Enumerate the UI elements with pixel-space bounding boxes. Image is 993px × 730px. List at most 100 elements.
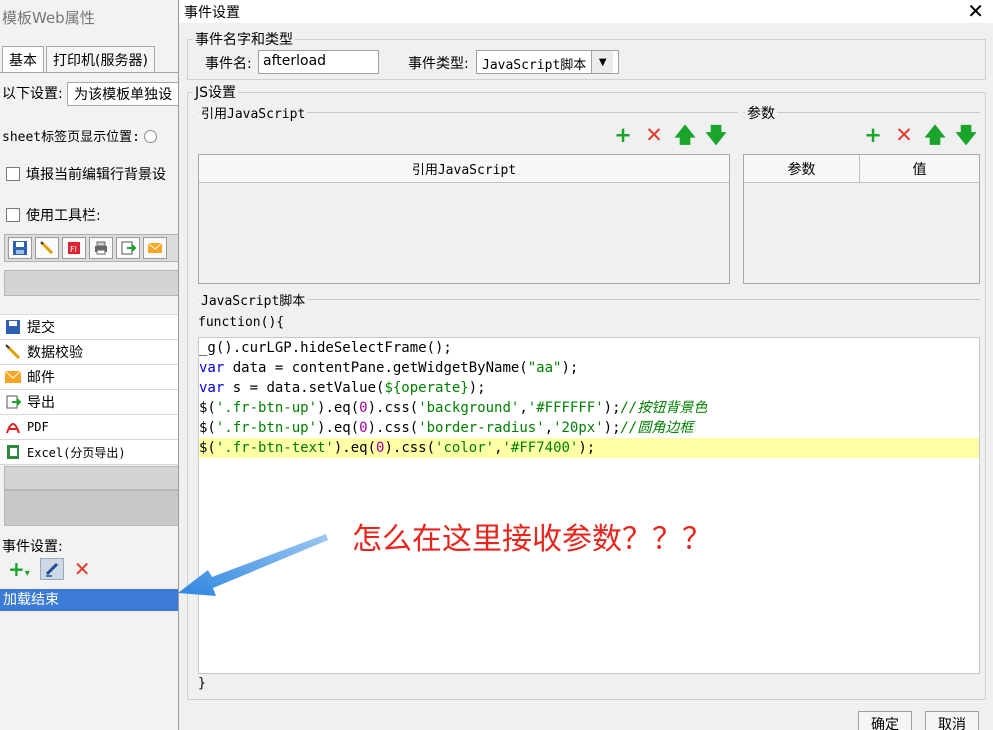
panel-title: 模板Web属性 bbox=[2, 9, 95, 27]
envelope-icon bbox=[3, 368, 23, 386]
move-up-icon[interactable]: 🡅 bbox=[924, 124, 946, 146]
print-icon[interactable] bbox=[89, 237, 113, 259]
delete-icon[interactable]: ✕ bbox=[643, 124, 665, 146]
ok-button[interactable]: 确定 bbox=[858, 711, 912, 730]
code-text: $('.fr-btn-up').eq(0).css('border-radius… bbox=[199, 420, 694, 436]
export-icon bbox=[3, 393, 23, 411]
pencil-check-icon bbox=[3, 343, 23, 361]
ref-js-tools: + ✕ 🡅 🡇 bbox=[612, 124, 727, 146]
code-line-4: $('.fr-btn-up').eq(0).css('background','… bbox=[199, 398, 979, 418]
web-properties-panel: 模板Web属性 基本 打印机(服务器) 以下设置: 为该模板单独设 sheet标… bbox=[0, 0, 180, 730]
delete-icon[interactable]: ✕ bbox=[74, 557, 91, 581]
list-item-label: 导出 bbox=[27, 395, 55, 411]
move-down-icon[interactable]: 🡇 bbox=[955, 124, 977, 146]
list-item-label: Excel(分页导出) bbox=[27, 445, 126, 460]
settings-row: 以下设置: 为该模板单独设 bbox=[2, 82, 180, 106]
add-icon[interactable]: + bbox=[612, 124, 634, 146]
envelope-icon[interactable] bbox=[143, 237, 167, 259]
code-line-2: var data = contentPane.getWidgetByName("… bbox=[199, 358, 979, 378]
pdf-icon bbox=[3, 418, 23, 436]
code-text: var data = contentPane.getWidgetByName("… bbox=[199, 360, 579, 376]
tab-basic[interactable]: 基本 bbox=[2, 46, 44, 72]
script-divider bbox=[198, 299, 980, 300]
event-list-item-selected[interactable]: 加载结束 bbox=[0, 589, 180, 611]
code-line-3: var s = data.setValue(${operate}); bbox=[199, 378, 979, 398]
dialog-titlebar: 事件设置 ✕ bbox=[179, 0, 993, 23]
sheet-tab-label: sheet标签页显示位置: bbox=[2, 130, 140, 145]
move-up-icon[interactable]: 🡅 bbox=[674, 124, 696, 146]
params-legend: 参数 bbox=[745, 103, 777, 123]
ref-js-column-header[interactable]: 引用JavaScript bbox=[199, 155, 729, 183]
event-name-label: 事件名: bbox=[205, 56, 252, 72]
toolbar-preview-strip bbox=[4, 270, 180, 296]
code-function-open: function(){ bbox=[198, 315, 285, 330]
code-text: var s = data.setValue(${operate}); bbox=[199, 380, 486, 396]
chevron-down-icon[interactable]: ▼ bbox=[591, 51, 614, 73]
tab-divider bbox=[0, 72, 180, 73]
toolbar-checkbox[interactable] bbox=[6, 208, 20, 222]
list-footer-strip bbox=[4, 466, 180, 490]
toolbar-checkbox-label: 使用工具栏: bbox=[26, 208, 101, 224]
param-name-header[interactable]: 参数 bbox=[744, 155, 860, 183]
code-line-1: _g().curLGP.hideSelectFrame(); bbox=[199, 338, 979, 358]
event-tools: +▾ ✕ bbox=[8, 557, 91, 581]
move-down-icon[interactable]: 🡇 bbox=[705, 124, 727, 146]
flash-print-icon[interactable]: Fl bbox=[62, 237, 86, 259]
settings-select[interactable]: 为该模板单独设 bbox=[67, 82, 180, 106]
js-settings-legend: JS设置 bbox=[193, 82, 239, 102]
ref-js-table: 引用JavaScript bbox=[198, 154, 730, 284]
list-item-pdf[interactable]: PDF bbox=[0, 415, 180, 440]
params-tools: + ✕ 🡅 🡇 bbox=[862, 124, 977, 146]
dialog-title: 事件设置 bbox=[184, 5, 240, 21]
list-item-email[interactable]: 邮件 bbox=[0, 365, 180, 390]
panel-tabs: 基本 打印机(服务器) bbox=[2, 46, 157, 72]
cancel-button[interactable]: 取消 bbox=[925, 711, 979, 730]
sheet-tab-radio[interactable] bbox=[143, 130, 157, 143]
pencil-check-icon[interactable] bbox=[35, 237, 59, 259]
svg-text:Fl: Fl bbox=[70, 245, 77, 254]
settings-label: 以下设置: bbox=[2, 86, 63, 102]
list-item-label: 数据校验 bbox=[27, 345, 83, 361]
toolbar-preview: Fl bbox=[4, 234, 180, 262]
event-settings-dialog: 事件设置 ✕ 事件名字和类型 事件名: afterload 事件类型: Java… bbox=[178, 0, 993, 730]
script-legend: JavaScript脚本 bbox=[199, 290, 308, 309]
params-table: 参数 值 bbox=[743, 154, 980, 284]
bg-checkbox-label: 填报当前编辑行背景设 bbox=[26, 167, 166, 183]
list-item-submit[interactable]: 提交 bbox=[0, 315, 180, 340]
sheet-tab-row: sheet标签页显示位置: bbox=[2, 126, 157, 145]
list-item-label: PDF bbox=[27, 420, 49, 434]
add-dropdown-icon[interactable]: +▾ bbox=[8, 557, 30, 581]
code-line-5: $('.fr-btn-up').eq(0).css('border-radius… bbox=[199, 418, 979, 438]
toolbar-button-list: 提交 数据校验 邮件 导出 PDF Excel(分页导出) bbox=[0, 314, 180, 465]
annotation-text: 怎么在这里接收参数？？？ bbox=[352, 522, 712, 557]
list-item-label: 邮件 bbox=[27, 370, 55, 386]
event-name-input[interactable]: afterload bbox=[258, 50, 379, 74]
list-item-validate[interactable]: 数据校验 bbox=[0, 340, 180, 365]
export-icon[interactable] bbox=[116, 237, 140, 259]
close-icon[interactable]: ✕ bbox=[967, 0, 984, 22]
code-function-close: } bbox=[198, 676, 206, 691]
excel-icon bbox=[3, 443, 23, 461]
event-settings-label: 事件设置: bbox=[2, 539, 63, 555]
param-value-header[interactable]: 值 bbox=[860, 155, 979, 183]
delete-icon[interactable]: ✕ bbox=[893, 124, 915, 146]
bg-checkbox-row[interactable]: 填报当前编辑行背景设 bbox=[2, 164, 166, 184]
edit-pencil-icon[interactable] bbox=[39, 558, 64, 580]
list-footer-panel bbox=[4, 490, 180, 526]
add-icon[interactable]: + bbox=[862, 124, 884, 146]
code-line-6: $('.fr-btn-text').eq(0).css('color','#FF… bbox=[199, 438, 979, 458]
code-text: $('.fr-btn-up').eq(0).css('background','… bbox=[199, 400, 708, 416]
tab-printer-server[interactable]: 打印机(服务器) bbox=[46, 46, 155, 72]
name-type-legend: 事件名字和类型 bbox=[193, 29, 295, 49]
toolbar-checkbox-row[interactable]: 使用工具栏: bbox=[2, 205, 101, 225]
list-item-excel[interactable]: Excel(分页导出) bbox=[0, 440, 180, 465]
script-editor[interactable]: _g().curLGP.hideSelectFrame(); var data … bbox=[198, 337, 980, 674]
save-icon[interactable] bbox=[8, 237, 32, 259]
event-type-select[interactable]: JavaScript脚本 ▼ bbox=[476, 50, 619, 74]
list-item-label: 提交 bbox=[27, 320, 55, 336]
bg-checkbox[interactable] bbox=[6, 167, 20, 181]
list-item-export[interactable]: 导出 bbox=[0, 390, 180, 415]
event-type-label: 事件类型: bbox=[408, 56, 469, 72]
code-text: _g().curLGP.hideSelectFrame(); bbox=[199, 340, 452, 356]
save-icon bbox=[3, 318, 23, 336]
